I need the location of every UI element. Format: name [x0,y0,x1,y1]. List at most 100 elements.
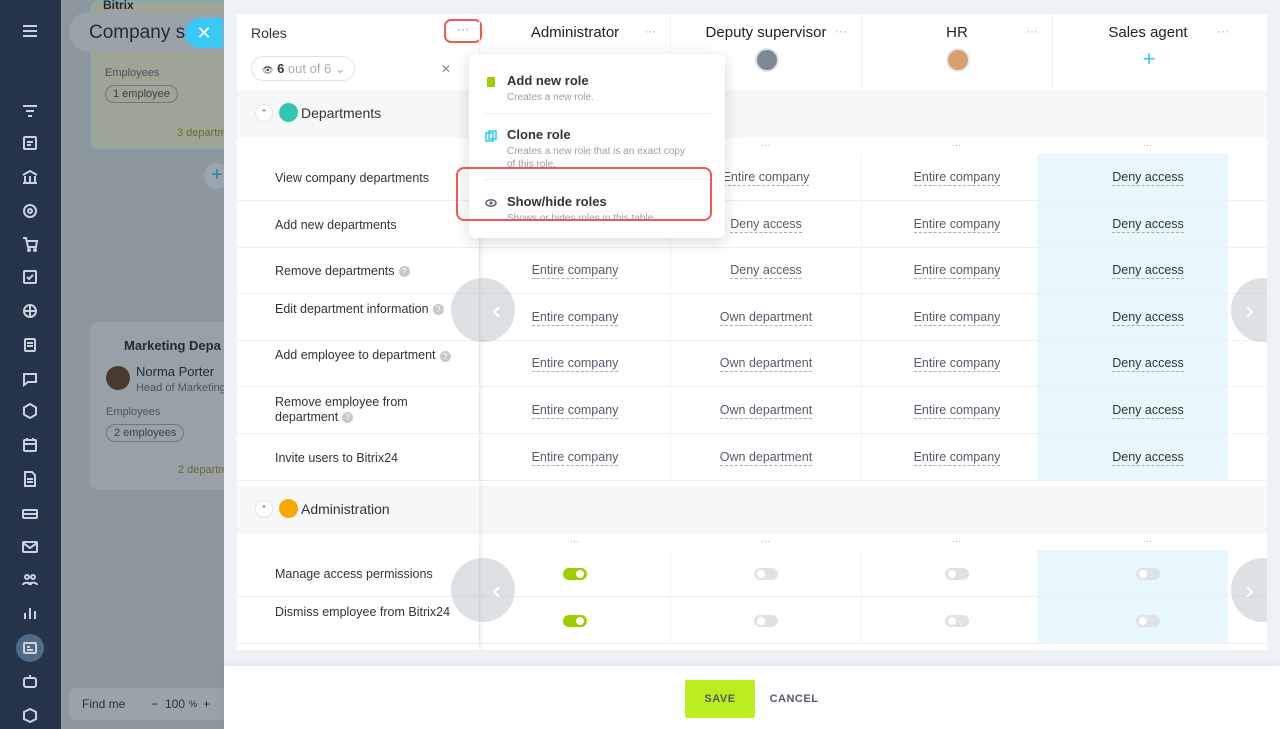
close-panel-button[interactable]: ✕ [185,18,223,48]
zoom-unit: % [189,699,198,709]
robot-icon[interactable] [19,670,41,692]
drive-icon[interactable] [19,502,41,524]
permission-toggle[interactable] [754,614,778,627]
permission-value-dropdown[interactable]: Entire company [861,248,1052,295]
menu-item-clone-role[interactable]: Clone role Creates a new role that is an… [469,127,725,171]
permission-value-dropdown[interactable]: Entire company [861,341,1052,388]
permission-value-dropdown[interactable]: Own department [670,388,861,434]
team-icon[interactable] [19,568,41,590]
chevron-up-icon[interactable]: ⌃ [255,500,273,518]
permission-value-dropdown[interactable]: Deny access [1052,201,1243,248]
target-icon[interactable] [19,200,41,222]
permission-toggle[interactable] [563,568,587,580]
permission-value-dropdown[interactable]: Entire company [479,341,670,388]
menu-item-add-role[interactable]: Add new role Creates a new role. [469,73,725,104]
company-structure-icon[interactable] [16,634,44,662]
column-more-icon[interactable]: ··· [1052,140,1243,151]
scroll-left-button[interactable]: ‹ [451,278,515,342]
cancel-button[interactable]: CANCEL [764,680,824,718]
bank-icon[interactable] [19,166,41,188]
zoom-in-button[interactable]: + [203,697,210,711]
table-row: View company departments Entire company En… [237,155,1267,201]
permission-value-dropdown[interactable]: Deny access [1052,248,1243,295]
permission-value-dropdown[interactable]: Entire company [861,434,1052,481]
save-button[interactable]: SAVE [685,680,755,718]
permission-value-dropdown[interactable]: Deny access [1052,155,1243,201]
permission-label: Invite users to Bitrix24 [275,451,455,466]
more-icon: ··· [457,22,469,36]
role-more-button[interactable]: ··· [835,24,847,38]
permission-toggle[interactable] [563,614,587,627]
menu-item-show-hide-roles[interactable]: Show/hide roles Shows or hides roles in … [469,194,725,225]
chat-icon[interactable] [19,368,41,390]
group-icon[interactable] [755,48,779,72]
zoom-value: 100 [165,697,186,711]
departments-link[interactable]: 3 departm [177,127,224,139]
role-more-button[interactable]: ··· [1026,24,1038,38]
tasks-icon[interactable] [19,132,41,154]
find-me-button[interactable]: Find me [82,697,125,711]
permission-value: Deny access [730,263,802,280]
analytics-icon[interactable] [19,602,41,624]
permission-value-dropdown[interactable]: Deny access [1052,294,1243,341]
help-icon[interactable]: ? [342,412,354,424]
collapse-icon[interactable]: ✕ [441,62,451,76]
permission-value-dropdown[interactable]: Entire company [861,388,1052,434]
permission-value-dropdown[interactable]: Entire company [479,248,670,295]
add-icon[interactable]: + [1137,48,1161,72]
permission-value-dropdown[interactable]: Deny access [670,248,861,295]
permission-value-dropdown[interactable]: Deny access [1052,388,1243,434]
hexagon-icon[interactable] [19,400,41,422]
mail-icon[interactable] [19,536,41,558]
permission-value-dropdown[interactable]: Own department [670,341,861,388]
departments-link[interactable]: 2 departm [178,464,224,476]
page-title: Company s [89,22,186,43]
permission-value: Deny access [1112,309,1184,326]
permission-value-dropdown[interactable]: Entire company [861,201,1052,248]
zoom-out-button[interactable]: − [151,697,158,711]
calendar-icon[interactable] [19,434,41,456]
permission-toggle[interactable] [754,568,778,580]
roles-more-button[interactable]: ··· [444,19,482,43]
role-more-button[interactable]: ··· [1217,24,1229,38]
help-icon[interactable]: ? [398,266,410,278]
chevron-up-icon[interactable]: ⌃ [255,104,273,122]
file-icon[interactable] [19,468,41,490]
puzzle-icon[interactable] [19,300,41,322]
role-more-button[interactable]: ··· [644,24,656,38]
help-icon[interactable]: ? [439,350,451,362]
column-more-icon[interactable]: ··· [861,536,1052,547]
permission-value-dropdown[interactable]: Entire company [861,155,1052,201]
filter-icon[interactable] [19,100,41,122]
permission-toggle[interactable] [1136,614,1160,627]
help-icon[interactable]: ? [432,304,444,315]
employees-pill[interactable]: 2 employees [106,424,185,442]
cart-icon[interactable] [19,233,41,255]
table-row: Manage access permissions [237,551,1267,597]
menu-item-desc: Creates a new role. [507,92,594,103]
permission-value-dropdown[interactable]: Entire company [479,434,670,481]
document-icon[interactable] [19,334,41,356]
user-avatar[interactable] [946,48,970,72]
menu-icon[interactable] [19,20,41,42]
column-more-icon[interactable]: ··· [670,536,861,547]
permission-toggle[interactable] [945,614,969,627]
permission-value-dropdown[interactable]: Own department [670,434,861,481]
permission-value-dropdown[interactable]: Entire company [479,388,670,434]
department-card-marketing[interactable]: Marketing Depa Norma Porter Head of Mark… [90,322,224,490]
permission-value-dropdown[interactable]: Own department [670,294,861,341]
permission-value-dropdown[interactable]: Deny access [1052,434,1243,481]
column-more-icon[interactable]: ··· [1052,536,1243,547]
column-more-icon[interactable]: ··· [479,536,670,547]
permission-value-dropdown[interactable]: Entire company [861,294,1052,341]
scroll-left-button[interactable]: ‹ [451,558,515,622]
column-more-icon[interactable]: ··· [861,140,1052,151]
permission-toggle[interactable] [945,568,969,580]
checklist-icon[interactable] [19,266,41,288]
add-department-icon[interactable]: + [204,163,224,189]
permission-toggle[interactable] [1136,568,1160,580]
permission-value-dropdown[interactable]: Deny access [1052,341,1243,388]
box-icon[interactable] [19,704,41,726]
roles-count-filter[interactable]: 👁 6 out of 6 ⌄ [251,56,355,81]
employees-pill[interactable]: 1 employee [105,85,178,103]
